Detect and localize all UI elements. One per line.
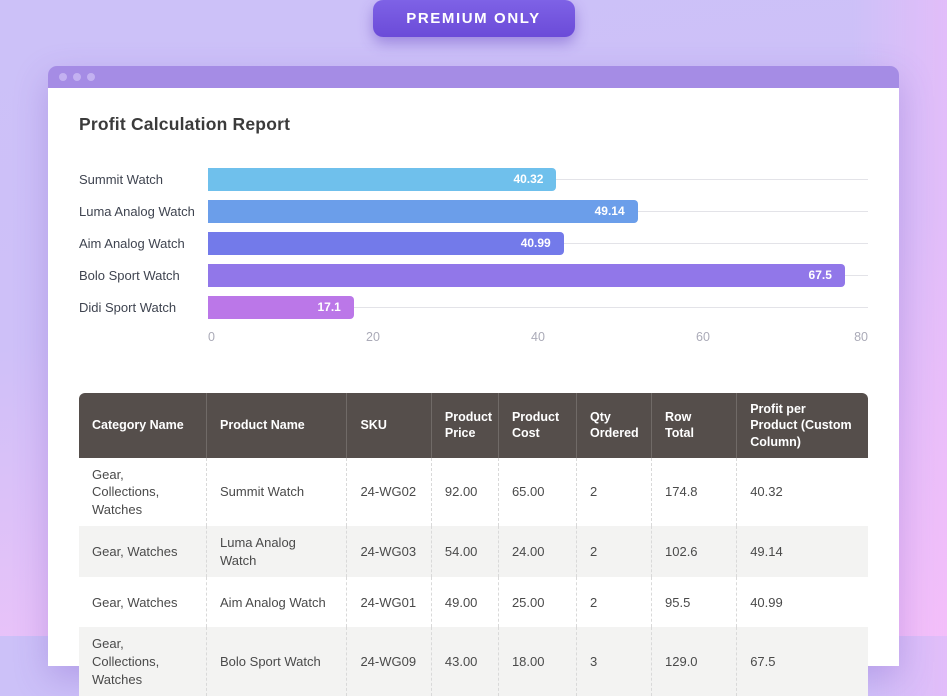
- column-header: Product Price: [431, 393, 498, 458]
- page-title: Profit Calculation Report: [79, 88, 868, 135]
- report-window: Profit Calculation Report Summit Watch 40…: [48, 66, 899, 666]
- chart-row: Luma Analog Watch 49.14: [79, 195, 868, 227]
- chart-bar: 40.32: [208, 168, 556, 191]
- column-header: Row Total: [651, 393, 736, 458]
- table-cell: 3: [576, 627, 651, 696]
- window-content: Profit Calculation Report Summit Watch 40…: [48, 88, 899, 666]
- chart-row: Didi Sport Watch 17.1: [79, 291, 868, 323]
- report-table: Category NameProduct NameSKUProduct Pric…: [79, 393, 868, 696]
- axis-tick-label: 60: [696, 330, 710, 344]
- chart-category-label: Didi Sport Watch: [79, 300, 208, 315]
- chart-row: Summit Watch 40.32: [79, 163, 868, 195]
- table-cell: 25.00: [498, 577, 576, 627]
- chart-category-label: Summit Watch: [79, 172, 208, 187]
- table-cell: 65.00: [498, 458, 576, 527]
- table-cell: 49.14: [736, 526, 868, 577]
- table-cell: 2: [576, 577, 651, 627]
- table-cell: Luma Analog Watch: [206, 526, 346, 577]
- bar-value-label: 49.14: [595, 204, 638, 218]
- table-row: Gear, WatchesLuma Analog Watch24-WG0354.…: [79, 526, 868, 577]
- table-cell: 67.5: [736, 627, 868, 696]
- column-header: Profit per Product (Custom Column): [736, 393, 868, 458]
- chart-x-axis: 0 20 40 60 80: [208, 330, 868, 346]
- table-cell: 24-WG03: [346, 526, 430, 577]
- table-cell: 54.00: [431, 526, 498, 577]
- axis-tick-label: 0: [208, 330, 215, 344]
- table-cell: Gear, Watches: [79, 526, 206, 577]
- table-cell: 2: [576, 458, 651, 527]
- bar-value-label: 40.32: [513, 172, 556, 186]
- table-cell: Gear, Collections, Watches: [79, 458, 206, 527]
- chart-bar: 17.1: [208, 296, 354, 319]
- table-header-row: Category NameProduct NameSKUProduct Pric…: [79, 393, 868, 458]
- table-cell: 24.00: [498, 526, 576, 577]
- chart-category-label: Aim Analog Watch: [79, 236, 208, 251]
- chart-track: 67.5: [208, 264, 868, 287]
- chart-track: 40.99: [208, 232, 868, 255]
- axis-tick-label: 40: [531, 330, 545, 344]
- table-cell: Aim Analog Watch: [206, 577, 346, 627]
- table-cell: 49.00: [431, 577, 498, 627]
- bar-value-label: 40.99: [521, 236, 564, 250]
- table-cell: 174.8: [651, 458, 736, 527]
- table-cell: 24-WG09: [346, 627, 430, 696]
- chart-row: Bolo Sport Watch 67.5: [79, 259, 868, 291]
- bar-value-label: 67.5: [809, 268, 845, 282]
- window-control-dot-icon: [73, 73, 81, 81]
- profit-bar-chart: Summit Watch 40.32 Luma Analog Watch 49.14 A…: [79, 163, 868, 346]
- chart-bar: 67.5: [208, 264, 845, 287]
- table-cell: 95.5: [651, 577, 736, 627]
- table-cell: 43.00: [431, 627, 498, 696]
- axis-tick-label: 20: [366, 330, 380, 344]
- chart-category-label: Luma Analog Watch: [79, 204, 208, 219]
- table-cell: Summit Watch: [206, 458, 346, 527]
- table-cell: 24-WG01: [346, 577, 430, 627]
- column-header: SKU: [346, 393, 430, 458]
- table-row: Gear, Collections, WatchesSummit Watch24…: [79, 458, 868, 527]
- premium-only-badge: PREMIUM ONLY: [373, 0, 575, 37]
- table-cell: Gear, Watches: [79, 577, 206, 627]
- table-cell: 18.00: [498, 627, 576, 696]
- table-cell: 92.00: [431, 458, 498, 527]
- chart-row: Aim Analog Watch 40.99: [79, 227, 868, 259]
- chart-bar: 49.14: [208, 200, 638, 223]
- table-cell: 129.0: [651, 627, 736, 696]
- table-cell: 24-WG02: [346, 458, 430, 527]
- axis-tick-label: 80: [854, 330, 868, 344]
- chart-bar: 40.99: [208, 232, 564, 255]
- table-cell: 40.99: [736, 577, 868, 627]
- table-row: Gear, WatchesAim Analog Watch24-WG0149.0…: [79, 577, 868, 627]
- column-header: Qty Ordered: [576, 393, 651, 458]
- table-cell: 40.32: [736, 458, 868, 527]
- table-cell: 2: [576, 526, 651, 577]
- window-control-dot-icon: [87, 73, 95, 81]
- window-titlebar: [48, 66, 899, 88]
- column-header: Product Cost: [498, 393, 576, 458]
- window-control-dot-icon: [59, 73, 67, 81]
- chart-track: 49.14: [208, 200, 868, 223]
- premium-only-badge-label: PREMIUM ONLY: [406, 10, 541, 27]
- table-cell: Gear, Collections, Watches: [79, 627, 206, 696]
- column-header: Category Name: [79, 393, 206, 458]
- chart-track: 17.1: [208, 296, 868, 319]
- table-cell: 102.6: [651, 526, 736, 577]
- bar-value-label: 17.1: [318, 300, 354, 314]
- table-row: Gear, Collections, WatchesBolo Sport Wat…: [79, 627, 868, 696]
- column-header: Product Name: [206, 393, 346, 458]
- chart-category-label: Bolo Sport Watch: [79, 268, 208, 283]
- table-cell: Bolo Sport Watch: [206, 627, 346, 696]
- chart-track: 40.32: [208, 168, 868, 191]
